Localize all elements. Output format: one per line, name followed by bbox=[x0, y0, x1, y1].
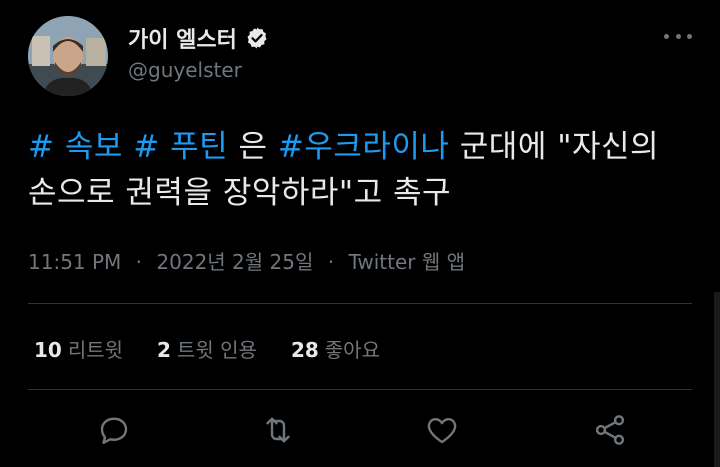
tweet-meta: 11:51 PM · 2022년 2월 25일 · Twitter 웹 앱 bbox=[28, 246, 465, 275]
tweet-text: # 속보 # 푸틴 은 #우크라이나 군대에 "자신의 손으로 권력을 장악하라… bbox=[28, 124, 698, 216]
scrollbar[interactable] bbox=[714, 292, 720, 467]
more-options-icon[interactable] bbox=[664, 28, 692, 44]
tweet-text-segment bbox=[123, 129, 133, 165]
hashtag-link[interactable]: #우크라이나 bbox=[278, 129, 450, 165]
likes-count: 28 bbox=[290, 338, 319, 362]
divider bbox=[28, 389, 692, 390]
retweets-count: 10 bbox=[34, 338, 62, 362]
verified-badge-icon bbox=[247, 27, 267, 49]
like-icon[interactable] bbox=[424, 412, 460, 448]
quotes-count: 2 bbox=[157, 338, 171, 362]
author-handle[interactable]: @guyelster bbox=[128, 58, 242, 82]
reply-icon[interactable] bbox=[96, 412, 132, 448]
share-icon[interactable] bbox=[592, 412, 628, 448]
retweets-stat[interactable]: 10 리트윗 bbox=[34, 334, 123, 363]
meta-separator: · bbox=[135, 250, 143, 274]
tweet-text-segment: 은 bbox=[228, 129, 278, 165]
retweets-label: 리트윗 bbox=[67, 338, 124, 362]
likes-stat[interactable]: 28 좋아요 bbox=[291, 334, 380, 363]
retweet-icon[interactable] bbox=[260, 412, 296, 448]
tweet-time[interactable]: 11:51 PM bbox=[28, 250, 121, 274]
tweet-stats: 10 리트윗 2 트윗 인용 28 좋아요 bbox=[34, 334, 414, 363]
hashtag-link[interactable]: # 속보 bbox=[28, 129, 123, 165]
meta-separator: · bbox=[327, 250, 335, 274]
hashtag-link[interactable]: # 푸틴 bbox=[133, 129, 228, 165]
display-name[interactable]: 가이 엘스터 bbox=[128, 22, 237, 54]
author-name-row: 가이 엘스터 bbox=[128, 22, 269, 54]
tweet-date[interactable]: 2022년 2월 25일 bbox=[156, 250, 313, 274]
user-avatar-icon bbox=[28, 16, 108, 96]
tweet-source[interactable]: Twitter 웹 앱 bbox=[348, 250, 465, 274]
quotes-stat[interactable]: 2 트윗 인용 bbox=[157, 334, 257, 363]
divider bbox=[28, 303, 692, 304]
avatar[interactable] bbox=[28, 16, 108, 96]
tweet-actions bbox=[0, 410, 720, 454]
likes-label: 좋아요 bbox=[324, 338, 380, 362]
quotes-label: 트윗 인용 bbox=[176, 338, 257, 362]
